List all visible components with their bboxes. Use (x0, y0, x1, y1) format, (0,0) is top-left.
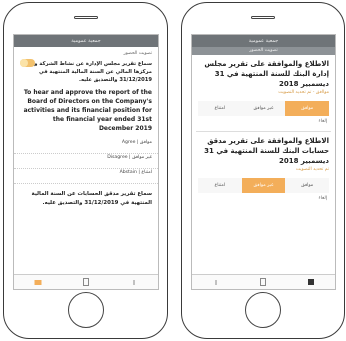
agenda-item-arabic: سماع تقرير مجلس الإدارة عن نشاط الشركة و… (26, 61, 152, 83)
home-button[interactable] (245, 292, 281, 328)
phone-right: جمعية عمومية تصويت الحضور الاطلاع والموا… (181, 2, 345, 339)
cancel-link[interactable]: إلغاء (192, 193, 335, 204)
cancel-link[interactable]: إلغاء (192, 116, 335, 127)
document-icon[interactable] (259, 278, 267, 286)
divider (196, 131, 331, 132)
vote-disagree-button[interactable]: غير موافق (241, 178, 286, 193)
speaker-grille (251, 16, 275, 19)
home-icon[interactable] (34, 278, 42, 286)
app-header: جمعية عمومية (192, 35, 335, 47)
bottom-nav (192, 274, 335, 289)
agenda-item-2-arabic: سماع تقرير مدقق الحسابات عن السنة المالي… (31, 191, 152, 206)
home-icon[interactable] (307, 278, 315, 286)
vote-disagree-button[interactable]: غير موافق (241, 101, 286, 116)
phone-left: جمعية عمومية تصويت الحضور سماع تقرير مجل… (3, 2, 168, 339)
agenda-item-1-status: مواافق - تم تحديد التصويت (278, 90, 329, 95)
option-abstain[interactable]: Abstain | امتناع (14, 169, 158, 184)
agenda-item-2-status: تم تحديد التصويت (295, 167, 329, 172)
toggle-knob (20, 59, 28, 67)
document-icon[interactable] (82, 278, 90, 286)
option-agree[interactable]: Agree | موافق (14, 139, 158, 154)
agenda-item-english: To hear and approve the report of the Bo… (23, 89, 152, 132)
info-icon[interactable] (130, 278, 138, 286)
vote-buttons-2: امتناع غير موافق موافق (192, 178, 335, 193)
bottom-nav (14, 274, 158, 289)
vote-buttons-1: امتناع غير موافق موافق (192, 101, 335, 116)
speaker-grille (73, 16, 98, 19)
agenda-item-1-title: الاطلاع والموافقة على تقرير مجلس إدارة ا… (204, 60, 329, 88)
voting-label: تصويت الحضور (123, 51, 152, 56)
option-disagree[interactable]: Disagree | غير موافق (14, 154, 158, 169)
screen-left: جمعية عمومية تصويت الحضور سماع تقرير مجل… (13, 34, 159, 290)
home-button[interactable] (67, 292, 104, 328)
sub-header: تصويت الحضور (192, 47, 335, 55)
app-header: جمعية عمومية (14, 35, 158, 47)
vote-agree-button[interactable]: موافق (285, 101, 330, 116)
vote-abstain-button[interactable]: امتناع (198, 101, 242, 116)
vote-abstain-button[interactable]: امتناع (198, 178, 242, 193)
info-icon[interactable] (212, 278, 220, 286)
screen-right: جمعية عمومية تصويت الحضور الاطلاع والموا… (191, 34, 336, 290)
voting-toggle[interactable] (20, 59, 35, 67)
vote-agree-button[interactable]: موافق (285, 178, 330, 193)
agenda-item-2-title: الاطلاع والموافقة على تقرير مدقق حسابات … (204, 137, 329, 165)
